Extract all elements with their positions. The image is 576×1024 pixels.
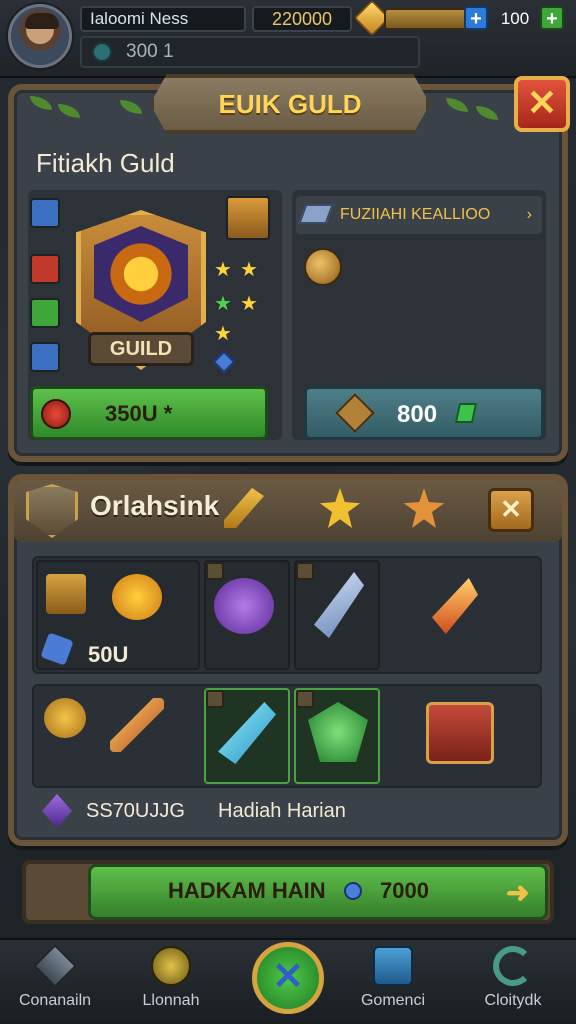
guild-title: Fitiakh Guld	[36, 148, 175, 178]
guild-cost-label: 800	[397, 401, 438, 428]
guild-join-button[interactable]: 350U *	[30, 386, 268, 440]
slot-badge-icon	[206, 562, 224, 580]
teal-coin-icon	[92, 42, 112, 62]
claim-label: HADKAM HAIN	[168, 878, 326, 903]
coin-icon	[151, 946, 191, 986]
reward-total: SS70UJJG	[86, 800, 185, 822]
star-icon: ★	[214, 323, 232, 345]
blue-gem-icon	[30, 342, 60, 372]
red-banner-icon	[30, 254, 60, 284]
slot-badge-icon	[206, 690, 224, 708]
chevron-right-icon: ›	[526, 206, 532, 223]
player-name: Ialoomi Ness	[80, 6, 246, 32]
star-icon: ★	[240, 293, 258, 315]
guild-info-text: FUZIIAHI KEALLIOO	[340, 206, 491, 223]
slot-badge-icon	[296, 690, 314, 708]
nav-item-cloitydk[interactable]: Cloitydk	[458, 946, 568, 1022]
gold-counter: 220000	[252, 6, 352, 32]
green-gem-icon	[454, 403, 478, 423]
add-gold-button[interactable]: +	[464, 6, 488, 30]
add-lives-button[interactable]: +	[540, 6, 564, 30]
nav-label: Cloitydk	[484, 992, 542, 1009]
tag-icon	[298, 204, 334, 224]
crate-icon	[46, 574, 86, 614]
chest-icon	[373, 946, 413, 986]
lives-counter: 100	[500, 9, 530, 28]
purple-amulet-icon	[214, 578, 274, 634]
avatar-hair	[25, 13, 59, 29]
nav-label: Gomenci	[360, 992, 426, 1009]
treasure-chest-icon[interactable]	[426, 702, 494, 764]
cube-icon	[33, 944, 77, 988]
green-banner-icon	[30, 298, 60, 328]
player-avatar[interactable]	[8, 4, 72, 68]
shield-coin-icon	[335, 393, 375, 433]
guild-info-link[interactable]: FUZIIAHI KEALLIOO ›	[296, 196, 542, 234]
star-icon: ★	[214, 293, 232, 315]
sun-gear-icon	[112, 574, 162, 620]
nav-item-gomenci[interactable]: Gomenci	[338, 946, 448, 1022]
arrow-right-icon: ➜	[506, 877, 530, 908]
guild-cost-button[interactable]: 800	[304, 386, 544, 440]
gold-ring-icon	[44, 698, 86, 738]
guild-join-label: 350U *	[105, 401, 173, 426]
guild-header-banner: EUIK GULD	[150, 74, 430, 134]
nav-label: Llonnah	[142, 992, 200, 1009]
blue-crest-icon	[30, 198, 60, 228]
guild-orb-icon	[304, 248, 342, 286]
rewards-close-button[interactable]: ✕	[488, 488, 534, 532]
nav-item-llonnah[interactable]: Llonnah	[116, 946, 226, 1022]
star-icon: ★	[240, 259, 258, 281]
slot-badge-icon	[296, 562, 314, 580]
close-button[interactable]: ✕	[514, 76, 570, 132]
reward-value: 50U	[88, 642, 129, 667]
claim-value: 7000	[380, 878, 429, 903]
nav-label: Conanailn	[18, 992, 92, 1009]
nav-item-conanailn[interactable]: Conanailn	[0, 944, 110, 1022]
energy-bar	[384, 8, 472, 30]
moon-badge-icon	[226, 196, 270, 240]
blue-coin-icon	[344, 882, 362, 900]
red-coin-icon	[41, 399, 71, 429]
battle-button[interactable]: ✕	[252, 942, 324, 1014]
secondary-currency: 300 1	[80, 36, 420, 68]
daily-reward-label: Hadiah Harian	[218, 800, 346, 822]
star-icon: ★	[214, 259, 232, 281]
refresh-icon	[493, 946, 533, 986]
rewards-title: Orlahsink	[90, 490, 220, 521]
emblem-label: GUILD	[88, 332, 194, 366]
